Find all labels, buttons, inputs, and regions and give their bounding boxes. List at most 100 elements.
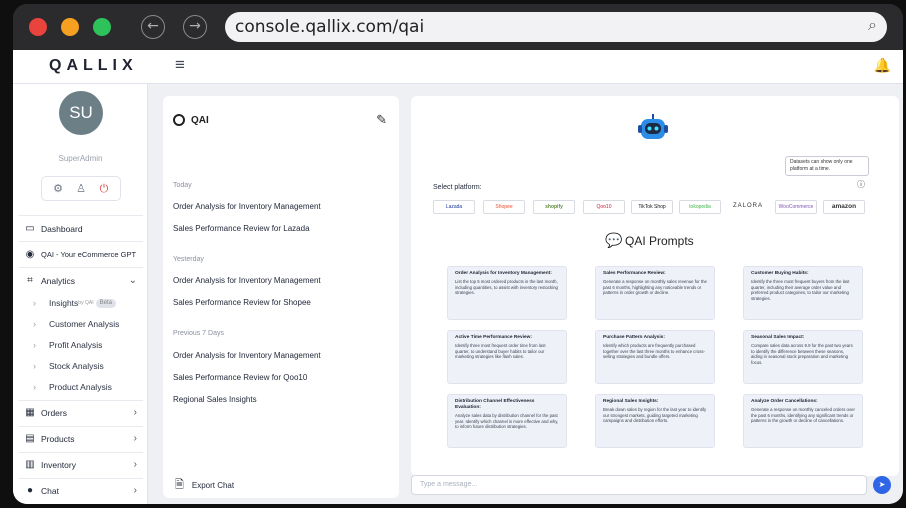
- chevron-right-icon: ›: [33, 298, 36, 308]
- sidebar-subitem-insights[interactable]: › Insightsby QAI Beta: [27, 294, 143, 312]
- sidebar-item-qai[interactable]: ◉ QAI - Your eCommerce GPT: [19, 244, 143, 266]
- message-placeholder: Type a message...: [420, 481, 478, 488]
- maximize-window-button[interactable]: [93, 18, 111, 36]
- search-icon[interactable]: ⌕: [868, 17, 877, 35]
- chevron-right-icon: ›: [133, 459, 137, 470]
- platform-tiktok-shop[interactable]: TikTok Shop: [631, 200, 673, 214]
- sidebar-subitem-profit-analysis[interactable]: › Profit Analysis: [27, 336, 143, 354]
- user-icon[interactable]: ♙: [73, 181, 89, 197]
- forward-arrow-icon[interactable]: →: [183, 15, 207, 39]
- chart-icon: ⌗: [27, 275, 33, 286]
- prompt-card-title: Regional Sales Insights:: [603, 399, 659, 404]
- back-arrow-icon[interactable]: ←: [141, 15, 165, 39]
- history-item[interactable]: Order Analysis for Inventory Management: [173, 276, 321, 285]
- sidebar-item-label: Inventory: [41, 460, 76, 470]
- info-icon[interactable]: ⓘ: [857, 179, 865, 190]
- sidebar-item-label: QAI - Your eCommerce GPT: [41, 250, 137, 259]
- browser-window: ← → console.qallix.com/qai ⌕ QALLIX ≡ 🔔 …: [13, 4, 903, 504]
- prompt-card[interactable]: Analyze Order Cancellations: Generate a …: [743, 394, 863, 448]
- sidebar-divider: [19, 478, 143, 479]
- user-actions: ⚙ ♙ ⏻: [41, 176, 121, 201]
- export-chat-label: Export Chat: [191, 481, 235, 490]
- qai-bot-icon: [638, 114, 668, 139]
- url-text[interactable]: console.qallix.com/qai: [235, 17, 424, 37]
- prompt-card[interactable]: Seasonal Sales Impact: Compare sales dat…: [743, 330, 863, 384]
- history-item[interactable]: Order Analysis for Inventory Management: [173, 351, 321, 360]
- send-icon[interactable]: ➤: [873, 476, 891, 494]
- platform-zalora[interactable]: ZALORA: [727, 200, 769, 214]
- sidebar-item-inventory[interactable]: ▥ Inventory ›: [19, 454, 143, 476]
- sidebar-item-products[interactable]: ▤ Products ›: [19, 428, 143, 450]
- inventory-icon: ▥: [25, 459, 35, 470]
- app-area: QALLIX ≡ 🔔 SU SuperAdmin ⚙ ♙ ⏻ ▭ Dashboa…: [13, 50, 903, 504]
- history-item[interactable]: Order Analysis for Inventory Management: [173, 202, 321, 211]
- sidebar-subitem-customer-analysis[interactable]: › Customer Analysis: [27, 315, 143, 333]
- platform-shopee[interactable]: Shopee: [483, 200, 525, 214]
- settings-gear-icon[interactable]: ⚙: [50, 181, 66, 197]
- prompt-card-desc: Compare sales data across 9.9 for the pa…: [751, 343, 853, 365]
- monitor-icon: ▭: [25, 223, 35, 234]
- prompt-card[interactable]: Sales Performance Review: Generate a res…: [595, 266, 715, 320]
- chat-panel-title: QAI: [191, 115, 209, 126]
- prompt-card[interactable]: Customer Buying Habits: Identify the thr…: [743, 266, 863, 320]
- sidebar-divider: [19, 400, 143, 401]
- platform-woocommerce[interactable]: WooCommerce: [775, 200, 817, 214]
- sidebar-item-label: Analytics: [41, 276, 76, 286]
- prompt-card-desc: List the top 5 most ordered products in …: [455, 279, 558, 296]
- close-window-button[interactable]: [29, 18, 47, 36]
- prompts-title: QAI Prompts: [625, 234, 694, 248]
- chat-icon: ●: [26, 485, 34, 496]
- chevron-right-icon: ›: [133, 433, 137, 444]
- sidebar-subitem-label: Product Analysis: [49, 382, 112, 392]
- prompt-card-title: Seasonal Sales Impact:: [751, 335, 805, 340]
- prompt-card[interactable]: Regional Sales Insights: Break down sale…: [595, 394, 715, 448]
- history-item[interactable]: Sales Performance Review for Shopee: [173, 298, 311, 307]
- history-group-label: Previous 7 Days: [173, 330, 224, 337]
- history-item[interactable]: Sales Performance Review for Qoo10: [173, 373, 307, 382]
- prompt-card-title: Customer Buying Habits:: [751, 271, 809, 276]
- chevron-right-icon: ›: [133, 485, 137, 496]
- sidebar-subitem-product-analysis[interactable]: › Product Analysis: [27, 378, 143, 396]
- history-item[interactable]: Sales Performance Review for Lazada: [173, 224, 310, 233]
- minimize-window-button[interactable]: [61, 18, 79, 36]
- chevron-down-icon: ⌄: [128, 275, 137, 286]
- platform-tokopedia[interactable]: tokopedia: [679, 200, 721, 214]
- platform-amazon[interactable]: amazon: [823, 200, 865, 214]
- sidebar-item-label: Products: [41, 434, 75, 444]
- platform-lazada[interactable]: Lazada: [433, 200, 475, 214]
- avatar[interactable]: SU: [59, 91, 103, 135]
- address-bar[interactable]: console.qallix.com/qai ⌕: [225, 12, 887, 42]
- new-chat-icon[interactable]: ✎: [376, 112, 387, 128]
- bell-icon[interactable]: 🔔: [874, 57, 891, 74]
- message-input[interactable]: Type a message...: [411, 475, 867, 495]
- main-panel: Datasets can show only one platform at a…: [411, 96, 899, 476]
- prompt-card[interactable]: Purchase Pattern Analysis: Identify whic…: [595, 330, 715, 384]
- history-group-label: Today: [173, 182, 192, 189]
- history-item[interactable]: Regional Sales Insights: [173, 395, 257, 404]
- platform-qoo10[interactable]: Qoo10: [583, 200, 625, 214]
- app-logo[interactable]: QALLIX: [49, 57, 138, 75]
- platform-shopify[interactable]: shopify: [533, 200, 575, 214]
- orders-icon: ▦: [25, 407, 35, 418]
- power-icon[interactable]: ⏻: [96, 181, 112, 197]
- sidebar-item-dashboard[interactable]: ▭ Dashboard: [19, 218, 143, 240]
- sidebar: SU SuperAdmin ⚙ ♙ ⏻ ▭ Dashboard ◉ QAI - …: [13, 84, 148, 504]
- hamburger-menu-icon[interactable]: ≡: [175, 55, 185, 75]
- prompt-card[interactable]: Distribution Channel Effectiveness Evalu…: [447, 394, 567, 448]
- export-chat-button[interactable]: 🗎 Export Chat: [175, 476, 234, 495]
- sidebar-item-analytics[interactable]: ⌗ Analytics ⌄: [19, 270, 143, 292]
- sidebar-item-chat[interactable]: ● Chat ›: [19, 480, 143, 502]
- prompt-card-title: Purchase Pattern Analysis:: [603, 335, 665, 340]
- sidebar-divider: [19, 452, 143, 453]
- sidebar-divider: [19, 426, 143, 427]
- prompt-card[interactable]: Order Analysis for Inventory Management:…: [447, 266, 567, 320]
- sidebar-subitem-stock-analysis[interactable]: › Stock Analysis: [27, 357, 143, 375]
- prompts-chat-icon: 💬: [605, 232, 623, 248]
- sidebar-item-orders[interactable]: ▦ Orders ›: [19, 402, 143, 424]
- sidebar-item-label: Dashboard: [41, 224, 83, 234]
- prompt-card[interactable]: Active Time Performance Review: Identify…: [447, 330, 567, 384]
- top-bar: QALLIX ≡ 🔔: [13, 50, 903, 84]
- history-group-label: Yesterday: [173, 256, 204, 263]
- prompt-card-desc: Break down sales by region for the last …: [603, 407, 707, 424]
- prompt-card-title: Analyze Order Cancellations:: [751, 399, 818, 404]
